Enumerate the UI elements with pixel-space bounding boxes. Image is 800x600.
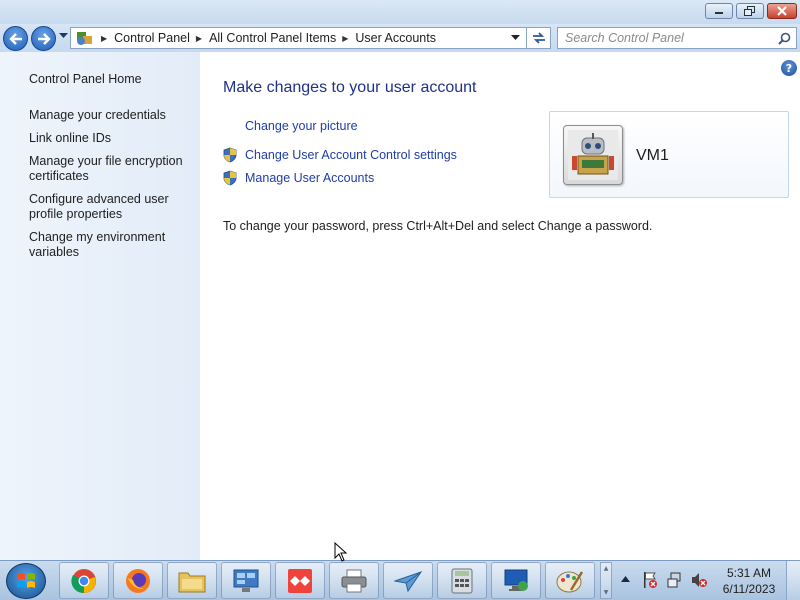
left-task-pane: Control Panel Home Manage your credentia… [0, 52, 200, 560]
system-clock[interactable]: 5:31 AM 6/11/2023 [716, 565, 782, 597]
taskbar-anydesk[interactable] [275, 562, 325, 599]
manage-user-accounts-link[interactable]: Manage User Accounts [245, 171, 374, 185]
task-list: Manage your credentials Link online IDs … [29, 108, 194, 268]
user-picture[interactable] [563, 125, 623, 185]
taskbar-remote-desktop[interactable] [491, 562, 541, 599]
close-icon [777, 6, 787, 16]
show-hidden-icons-button[interactable] [621, 576, 630, 583]
refresh-icon [532, 32, 545, 44]
mouse-pointer-icon [334, 542, 348, 562]
chrome-icon [71, 568, 96, 593]
control-panel-icon [233, 569, 259, 592]
printer-icon [341, 569, 367, 592]
recent-pages-dropdown[interactable] [59, 33, 68, 39]
calculator-icon [451, 568, 473, 593]
chevron-right-icon[interactable]: ▶ [196, 34, 202, 43]
address-bar[interactable]: ▶ Control Panel ▶ All Control Panel Item… [70, 27, 527, 49]
address-history-dropdown[interactable] [511, 35, 520, 41]
taskbar-calculator[interactable] [437, 562, 487, 599]
network-icon[interactable] [667, 571, 683, 589]
task-link-online-ids[interactable]: Link online IDs [29, 131, 194, 146]
change-uac-settings-link[interactable]: Change User Account Control settings [245, 148, 457, 162]
task-link-credentials[interactable]: Manage your credentials [29, 108, 194, 123]
help-icon[interactable]: ? [781, 60, 797, 76]
paper-plane-icon [394, 570, 422, 592]
clock-date: 6/11/2023 [722, 582, 776, 596]
navigation-bar: ▶ Control Panel ▶ All Control Panel Item… [0, 24, 800, 52]
restore-icon [744, 6, 755, 16]
file-explorer-icon [178, 572, 206, 592]
chevron-right-icon[interactable]: ▶ [342, 34, 348, 43]
action-center-flag-icon[interactable] [642, 571, 658, 589]
password-instructions: To change your password, press Ctrl+Alt+… [223, 219, 653, 233]
volume-muted-icon[interactable] [691, 571, 707, 589]
taskbar-chrome[interactable] [59, 562, 109, 599]
taskbar-control-panel[interactable] [221, 562, 271, 599]
back-button[interactable] [3, 26, 28, 51]
arrow-left-icon [8, 32, 22, 45]
title-bar [0, 0, 800, 24]
uac-shield-icon [223, 170, 237, 186]
taskbar: ▲ ▼ 5:31 AM 6/11/2023 [0, 560, 800, 600]
taskbar-paper-plane-app[interactable] [383, 562, 433, 599]
arrow-right-icon [37, 32, 51, 45]
breadcrumb-all-items[interactable]: All Control Panel Items [209, 31, 336, 45]
windows-logo-icon [17, 573, 35, 588]
control-panel-icon [77, 32, 92, 45]
taskbar-scroll[interactable]: ▲ ▼ [600, 562, 612, 599]
paint-icon [556, 570, 584, 592]
taskbar-file-explorer[interactable] [167, 562, 217, 599]
search-icon[interactable] [778, 32, 791, 45]
minimize-icon [715, 12, 723, 14]
start-button[interactable] [6, 563, 46, 599]
robot-avatar-icon [568, 130, 618, 180]
breadcrumb-control-panel[interactable]: Control Panel [114, 31, 190, 45]
window-controls [705, 3, 797, 19]
minimize-button[interactable] [705, 3, 733, 19]
control-panel-home-link[interactable]: Control Panel Home [29, 72, 142, 86]
taskbar-printer[interactable] [329, 562, 379, 599]
taskbar-paint[interactable] [545, 562, 595, 599]
task-link-advanced-profile[interactable]: Configure advanced user profile properti… [29, 192, 194, 222]
restore-button[interactable] [736, 3, 764, 19]
forward-button[interactable] [31, 26, 56, 51]
refresh-button[interactable] [527, 27, 551, 49]
close-button[interactable] [767, 3, 797, 19]
user-account-tile: VM1 [549, 111, 789, 198]
task-link-encryption-certificates[interactable]: Manage your file encryption certificates [29, 154, 194, 184]
search-box[interactable]: Search Control Panel [557, 27, 797, 49]
chevron-right-icon[interactable]: ▶ [101, 34, 107, 43]
breadcrumb-user-accounts[interactable]: User Accounts [355, 31, 436, 45]
change-picture-link[interactable]: Change your picture [245, 119, 358, 133]
task-link-environment-variables[interactable]: Change my environment variables [29, 230, 194, 260]
clock-time: 5:31 AM [726, 566, 772, 580]
show-desktop-button[interactable] [786, 561, 800, 600]
anydesk-icon [288, 568, 312, 593]
remote-desktop-icon [504, 569, 528, 591]
main-content: ? Make changes to your user account Chan… [200, 52, 800, 560]
uac-shield-icon [223, 147, 237, 163]
taskbar-firefox[interactable] [113, 562, 163, 599]
account-name: VM1 [636, 147, 669, 164]
firefox-icon [126, 568, 150, 593]
search-input[interactable]: Search Control Panel [565, 31, 778, 45]
page-title: Make changes to your user account [223, 79, 477, 96]
